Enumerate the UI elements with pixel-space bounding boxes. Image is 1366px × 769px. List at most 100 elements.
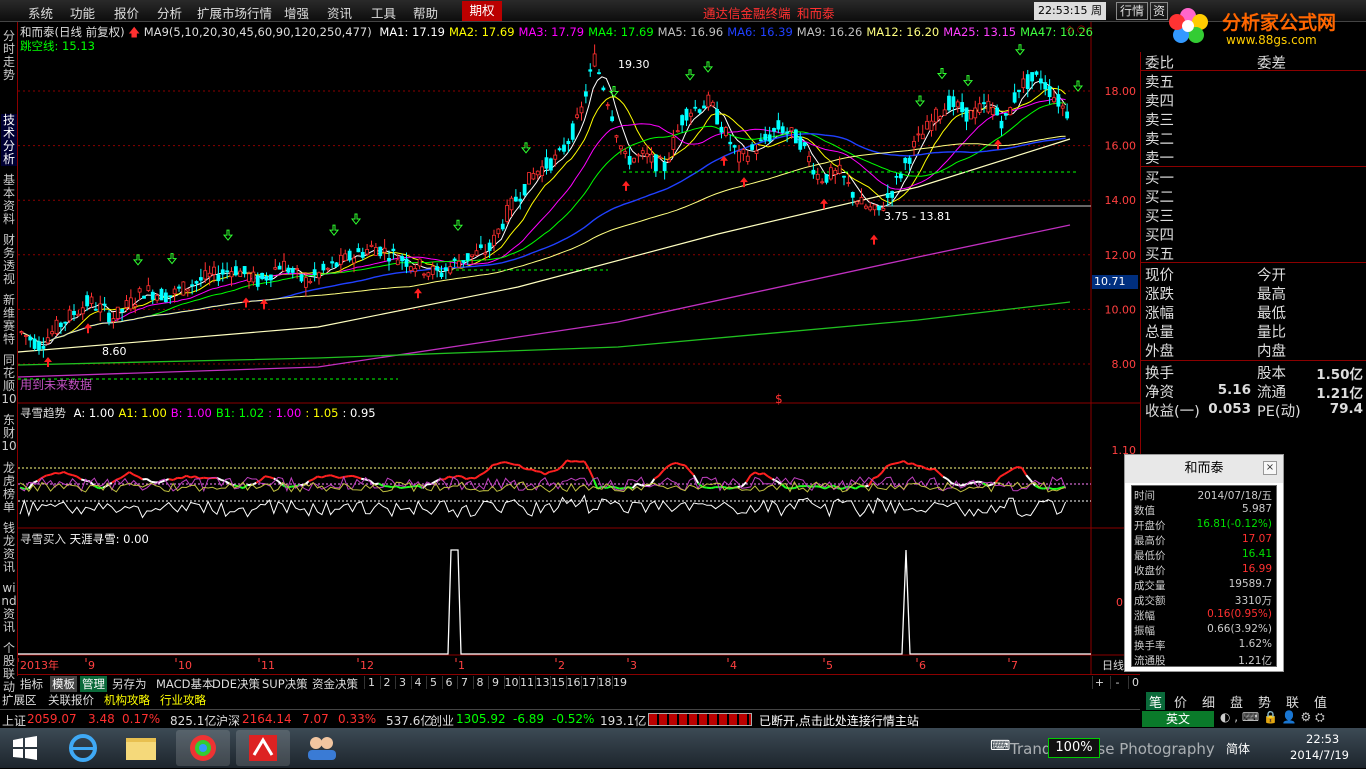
right-tool-0[interactable]: 笔	[1146, 692, 1165, 711]
candle-body	[331, 262, 334, 263]
clock: 22:53:15 周六	[1034, 2, 1106, 20]
menu-options[interactable]: 期权	[462, 1, 502, 21]
ext-tab-1[interactable]: 关联报价	[48, 692, 94, 708]
connection-status[interactable]: 已断开,点击此处连接行情主站	[759, 712, 919, 729]
nav-qianlong[interactable]: 钱龙资讯	[1, 522, 17, 574]
nav-wind[interactable]: wind资讯	[1, 582, 17, 634]
template-number-4[interactable]: 4	[411, 676, 425, 689]
template-number-13[interactable]: 13	[535, 676, 549, 689]
stat-turnover: 换手	[1145, 362, 1174, 383]
menu-ext-market[interactable]: 扩展市场行情	[197, 3, 272, 22]
ext-tab-0[interactable]: 扩展区	[2, 692, 37, 708]
ie-icon[interactable]	[56, 730, 110, 766]
time-axis-label: 2013年	[20, 658, 59, 672]
windows-start-icon[interactable]	[12, 736, 38, 760]
menu-system[interactable]: 系统	[28, 3, 53, 22]
menu-tools[interactable]: 工具	[371, 3, 396, 22]
right-tool-5[interactable]: 联	[1286, 692, 1299, 711]
nav-basic[interactable]: 基本资料	[1, 174, 17, 226]
candle-body	[974, 108, 977, 118]
template-tab-7[interactable]: 资金决策	[312, 676, 358, 692]
template-number-9[interactable]: 9	[488, 676, 502, 689]
nav-timeshare[interactable]: 分时走势	[1, 30, 17, 82]
trend-segment	[479, 473, 483, 475]
menu-enhance[interactable]: 增强	[284, 3, 309, 22]
popup-value: 2014/07/18/五	[1197, 488, 1272, 503]
menu-help[interactable]: 帮助	[413, 3, 438, 22]
keyboard-icon[interactable]: ⌨	[990, 738, 1010, 754]
candle-body	[42, 346, 45, 348]
template-number-7[interactable]: 7	[457, 676, 471, 689]
template-number-5[interactable]: 5	[426, 676, 440, 689]
menu-function[interactable]: 功能	[70, 3, 95, 22]
template-tab-4[interactable]: MACD基本	[156, 676, 213, 692]
candle-body	[1000, 121, 1003, 128]
zoom-control-0[interactable]: +	[1092, 676, 1106, 689]
buy-arrow-icon	[994, 139, 1002, 149]
buy-arrow-icon	[820, 199, 828, 209]
nav-ths[interactable]: 同花顺10	[1, 354, 17, 406]
template-number-1[interactable]: 1	[364, 676, 378, 689]
right-tool-3[interactable]: 盘	[1230, 692, 1243, 711]
template-tab-5[interactable]: DDE决策	[212, 676, 260, 692]
tdx-app-icon[interactable]	[236, 730, 290, 766]
menu-analysis[interactable]: 分析	[157, 3, 182, 22]
stat-float: 流通	[1257, 381, 1286, 402]
nav-linkage[interactable]: 个股联动	[1, 642, 17, 694]
template-number-18[interactable]: 18	[597, 676, 611, 689]
indicator2-name: 寻雪买入	[20, 532, 66, 546]
zoom-control-1[interactable]: -	[1110, 676, 1124, 689]
candle-body	[191, 285, 194, 286]
right-tool-1[interactable]: 价	[1174, 692, 1187, 711]
zoom-indicator[interactable]: 100%	[1048, 738, 1100, 758]
candle-body	[781, 127, 784, 133]
template-number-8[interactable]: 8	[473, 676, 487, 689]
period-label[interactable]: 日线	[1102, 658, 1124, 672]
ind1-yellow-line	[20, 482, 1066, 492]
template-number-3[interactable]: 3	[395, 676, 409, 689]
template-tab-6[interactable]: SUP决策	[262, 676, 308, 692]
right-tool-6[interactable]: 值	[1314, 692, 1327, 711]
template-tab-1[interactable]: 模板	[50, 676, 77, 692]
input-method-label[interactable]: 简体	[1226, 740, 1250, 757]
users-icon[interactable]	[294, 730, 348, 766]
quote-button[interactable]: 行情	[1116, 2, 1148, 20]
template-number-17[interactable]: 17	[581, 676, 595, 689]
template-tab-2[interactable]: 管理	[80, 676, 107, 692]
nav-eastmoney[interactable]: 东财10	[1, 414, 17, 453]
template-number-10[interactable]: 10	[504, 676, 518, 689]
ext-tab-3[interactable]: 行业攻略	[160, 692, 206, 708]
template-number-19[interactable]: 19	[612, 676, 626, 689]
zoom-control-2[interactable]: 0	[1128, 676, 1142, 689]
template-number-6[interactable]: 6	[442, 676, 456, 689]
ime-tools-icon[interactable]: ◐ , ⌨ 🔒 👤 ⚙ ⛭	[1220, 710, 1325, 725]
candle-body	[611, 117, 614, 121]
template-number-11[interactable]: 11	[519, 676, 533, 689]
ext-tab-2[interactable]: 机构攻略	[104, 692, 150, 708]
trend-segment	[637, 484, 641, 486]
candle-body	[851, 192, 854, 197]
right-tool-2[interactable]: 细	[1202, 692, 1215, 711]
sell-arrow-icon	[704, 62, 712, 72]
stock-chart[interactable]: 19.308.603.75 - 13.81$ 18.0016.0014.0012…	[18, 22, 1140, 674]
nav-technical[interactable]: 技术分析	[1, 114, 17, 166]
nav-finance[interactable]: 财务透视	[1, 234, 17, 286]
nav-dragon[interactable]: 龙虎榜单	[1, 462, 17, 514]
menu-news[interactable]: 资讯	[327, 3, 352, 22]
chart-controls-icon[interactable]: ◇ ○	[1066, 24, 1086, 35]
template-number-16[interactable]: 16	[566, 676, 580, 689]
folder-icon[interactable]	[114, 730, 168, 766]
media-icon[interactable]	[176, 730, 230, 766]
stat-inner: 内盘	[1257, 340, 1286, 361]
ma-value-1: MA1: 17.19	[379, 25, 445, 39]
menu-quote[interactable]: 报价	[114, 3, 139, 22]
candle-body	[768, 135, 771, 141]
nav-xinwei[interactable]: 新维赛特	[1, 294, 17, 346]
template-number-2[interactable]: 2	[380, 676, 394, 689]
template-number-15[interactable]: 15	[550, 676, 564, 689]
template-tab-0[interactable]: 指标	[20, 676, 43, 692]
template-tab-3[interactable]: 另存为	[112, 676, 147, 692]
ime-language[interactable]: 英文	[1142, 711, 1214, 727]
right-tool-4[interactable]: 势	[1258, 692, 1271, 711]
close-icon[interactable]: ×	[1263, 461, 1277, 475]
